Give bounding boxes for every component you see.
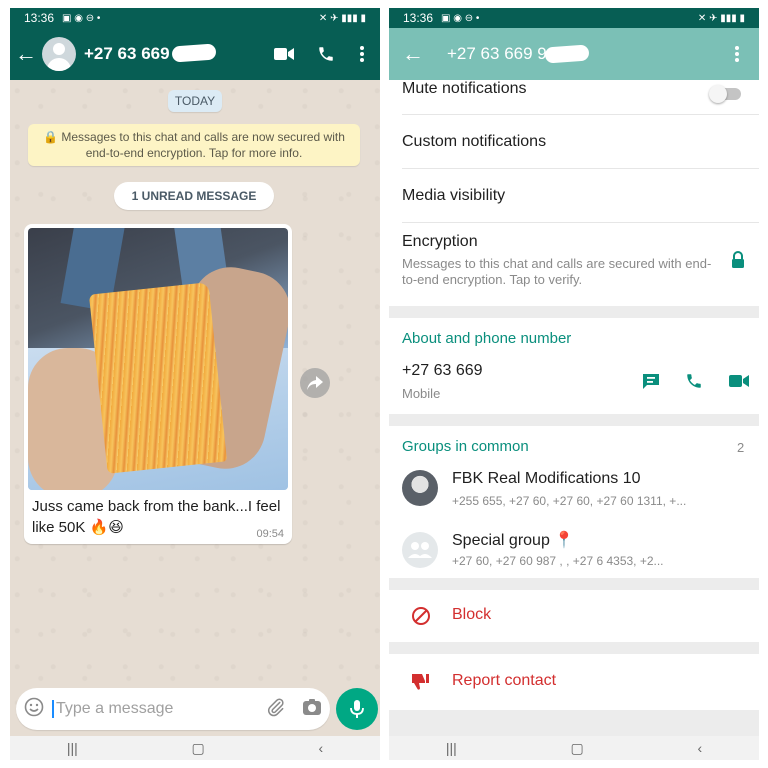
- encryption-description: Messages to this chat and calls are secu…: [402, 256, 712, 287]
- custom-notifications-row[interactable]: Custom notifications: [389, 115, 759, 168]
- message-input-bar[interactable]: Type a message: [16, 688, 330, 730]
- attach-icon[interactable]: [266, 697, 286, 722]
- report-row[interactable]: Report contact: [389, 654, 759, 710]
- system-icons: ✕ ✈ ▮▮▮ ▮: [697, 12, 745, 24]
- video-call-icon[interactable]: [270, 40, 298, 68]
- contact-name[interactable]: +27 63 669: [84, 43, 217, 64]
- thumbs-down-icon: [410, 672, 430, 697]
- group-item[interactable]: Special group 📍 +27 60, +27 60 987 , , +…: [389, 520, 759, 576]
- custom-notifications-label: Custom notifications: [402, 133, 547, 150]
- about-card: About and phone number +27 63 669 Mobile: [389, 318, 759, 414]
- group-name: FBK Real Modifications 10: [452, 470, 641, 487]
- recent-apps-icon[interactable]: |||: [67, 740, 78, 756]
- status-bar: 13:36 ▣ ◉ ⊖ • ✕ ✈ ▮▮▮ ▮: [389, 8, 759, 28]
- message-icon[interactable]: [641, 372, 661, 395]
- group-members: +255 655, +27 60, +27 60, +27 60 1311, +…: [452, 494, 687, 508]
- emoji-icon[interactable]: [24, 697, 44, 722]
- contact-avatar[interactable]: [42, 37, 76, 71]
- media-visibility-label: Media visibility: [402, 187, 506, 204]
- message-text: Juss came back from the bank...I feel li…: [32, 498, 281, 536]
- encryption-title: Encryption: [402, 233, 478, 250]
- unread-divider: 1 UNREAD MESSAGE: [114, 182, 274, 210]
- group-avatar: [402, 470, 438, 506]
- message-time: 09:54: [256, 528, 284, 540]
- back-arrow-icon[interactable]: ←: [14, 41, 38, 66]
- back-nav-icon[interactable]: ‹: [697, 740, 702, 756]
- block-label: Block: [452, 606, 492, 623]
- system-nav-bar: ||| ▢ ‹: [10, 736, 380, 760]
- system-nav-bar: ||| ▢ ‹: [389, 736, 759, 760]
- incoming-message[interactable]: Juss came back from the bank...I feel li…: [24, 224, 292, 544]
- chat-settings-card: Mute notifications Custom notifications …: [389, 80, 759, 306]
- media-visibility-row[interactable]: Media visibility: [389, 169, 759, 222]
- message-input[interactable]: Type a message: [52, 700, 173, 718]
- group-members: +27 60, +27 60 987 , , +27 6 4353, +2...: [452, 554, 664, 568]
- contact-name: +27 63 669 9: [447, 44, 590, 64]
- chat-screen: 13:36 ▣ ◉ ⊖ • ✕ ✈ ▮▮▮ ▮ ← +27 63 669 TOD…: [10, 8, 380, 760]
- voice-call-icon[interactable]: [312, 40, 340, 68]
- home-icon[interactable]: ▢: [571, 740, 584, 757]
- phone-label: Mobile: [402, 386, 441, 401]
- group-avatar: [402, 532, 438, 568]
- mute-notifications-label: Mute notifications: [402, 80, 527, 97]
- microphone-button[interactable]: [336, 688, 378, 730]
- encryption-notice[interactable]: 🔒 Messages to this chat and calls are no…: [28, 124, 360, 166]
- lock-icon: [731, 251, 745, 274]
- about-section-title: About and phone number: [402, 330, 572, 347]
- camera-icon[interactable]: [302, 698, 322, 721]
- report-label: Report contact: [452, 672, 557, 689]
- home-icon[interactable]: ▢: [192, 740, 205, 757]
- contact-settings: Mute notifications Custom notifications …: [389, 80, 759, 736]
- phone-number[interactable]: +27 63 669: [402, 362, 483, 380]
- phone-icon[interactable]: [685, 372, 703, 395]
- group-name: Special group 📍: [452, 532, 575, 549]
- recent-apps-icon[interactable]: |||: [446, 740, 457, 756]
- groups-card: Groups in common 2 FBK Real Modification…: [389, 426, 759, 578]
- date-chip: TODAY: [168, 90, 222, 112]
- more-options-icon[interactable]: [723, 40, 751, 68]
- more-options-icon[interactable]: [348, 40, 376, 68]
- groups-count: 2: [737, 440, 745, 455]
- status-time: 13:36: [403, 11, 434, 25]
- redaction-scribble: [544, 44, 590, 64]
- status-time: 13:36: [24, 11, 55, 25]
- video-icon[interactable]: [729, 374, 749, 393]
- mute-toggle[interactable]: [709, 85, 741, 103]
- block-row[interactable]: Block: [389, 590, 759, 642]
- message-list[interactable]: TODAY 🔒 Messages to this chat and calls …: [10, 80, 380, 744]
- contact-info-header: ← +27 63 669 9: [389, 28, 759, 80]
- back-arrow-icon[interactable]: ←: [401, 41, 425, 66]
- groups-section-title: Groups in common: [402, 438, 529, 455]
- system-icons: ✕ ✈ ▮▮▮ ▮: [318, 12, 366, 24]
- notification-icons: ▣ ◉ ⊖ •: [62, 12, 101, 24]
- block-icon: [411, 606, 431, 631]
- chat-header: ← +27 63 669: [10, 28, 380, 80]
- forward-icon[interactable]: [300, 368, 330, 398]
- message-photo[interactable]: [28, 228, 288, 490]
- redaction-scribble: [171, 43, 217, 63]
- encryption-row[interactable]: Encryption Messages to this chat and cal…: [389, 223, 759, 306]
- contact-info-screen: 13:36 ▣ ◉ ⊖ • ✕ ✈ ▮▮▮ ▮ ← +27 63 669 9 M…: [389, 8, 759, 760]
- mute-notifications-row[interactable]: Mute notifications: [389, 80, 759, 115]
- notification-icons: ▣ ◉ ⊖ •: [441, 12, 480, 24]
- group-item[interactable]: FBK Real Modifications 10 +255 655, +27 …: [389, 462, 759, 518]
- back-nav-icon[interactable]: ‹: [318, 740, 323, 756]
- status-bar: 13:36 ▣ ◉ ⊖ • ✕ ✈ ▮▮▮ ▮: [10, 8, 380, 28]
